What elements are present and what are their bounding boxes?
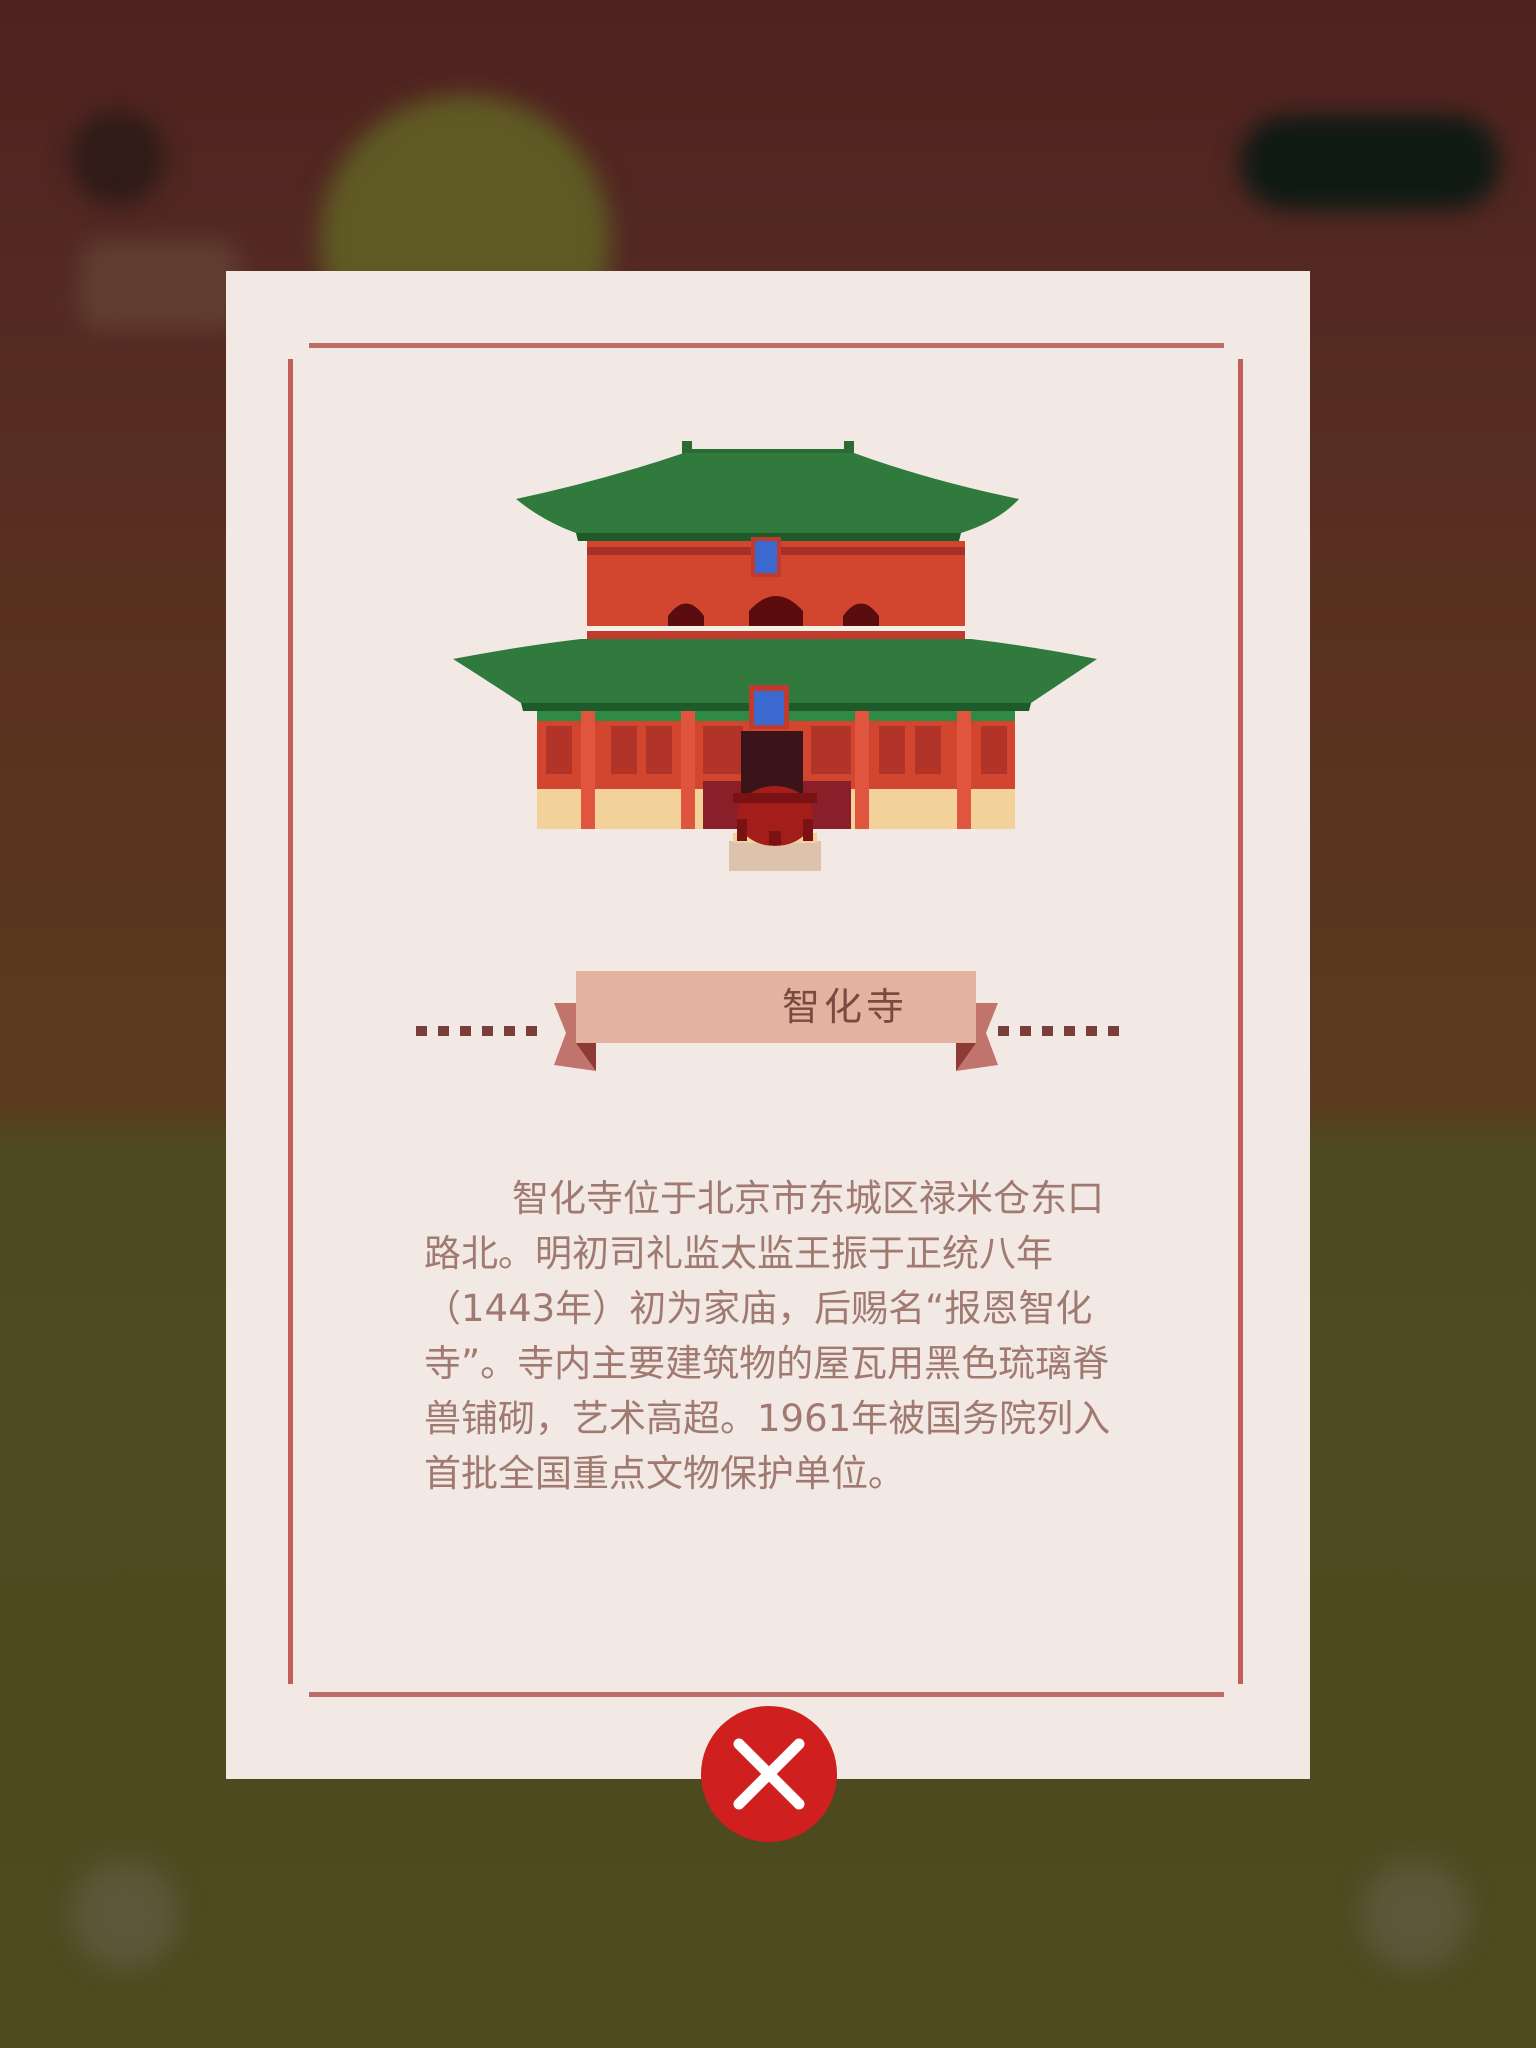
background-label <box>80 240 240 330</box>
place-title: 智化寺 <box>781 985 908 1029</box>
close-button[interactable] <box>701 1706 837 1842</box>
background-round-button-left <box>70 1860 180 1970</box>
frame-left-line <box>288 359 293 1684</box>
temple-illustration <box>453 441 1097 871</box>
frame-right-line <box>1238 359 1243 1684</box>
info-card-modal: 智化寺 智化寺位于北京市东城区禄米仓东口路北。明初司礼监太监王振于正统八年（14… <box>226 271 1310 1779</box>
close-icon <box>733 1738 805 1810</box>
background-back-button <box>70 110 165 205</box>
frame-top-line <box>309 343 1224 348</box>
background-pill-button <box>1240 115 1500 210</box>
title-banner: 智化寺 <box>416 971 1136 1081</box>
background-round-button-right <box>1360 1860 1470 1970</box>
frame-bottom-line <box>309 1692 1224 1697</box>
place-description: 智化寺位于北京市东城区禄米仓东口路北。明初司礼监太监王振于正统八年（1443年）… <box>424 1177 1111 1495</box>
